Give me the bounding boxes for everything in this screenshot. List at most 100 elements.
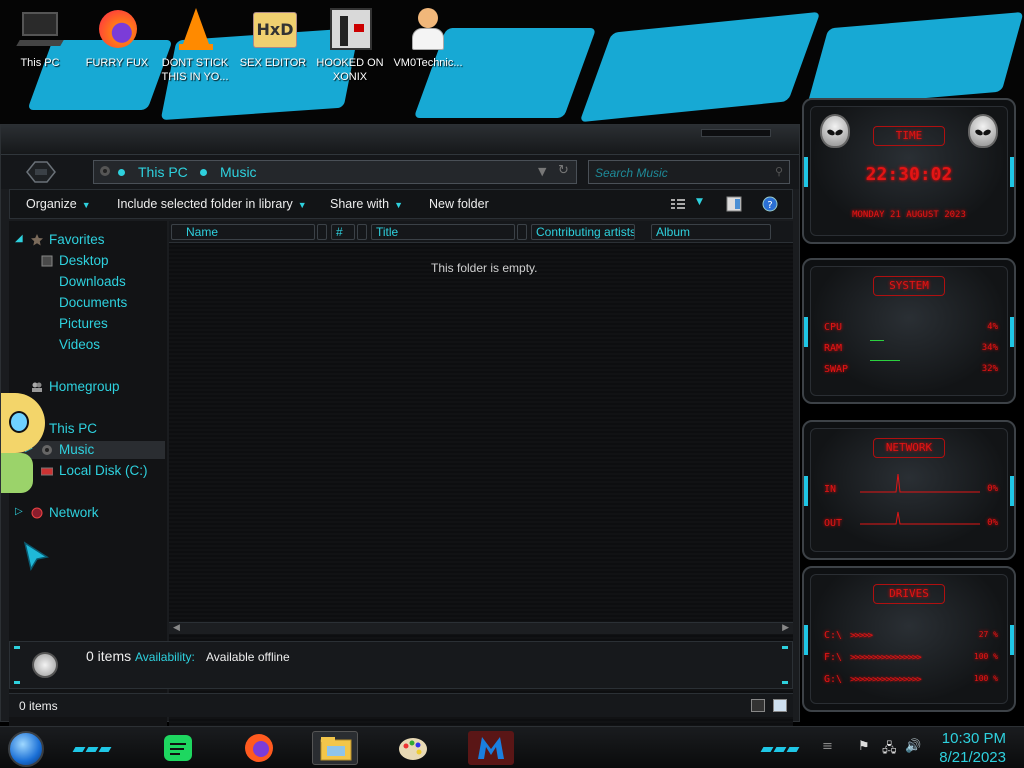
star-icon <box>31 234 43 246</box>
swap-label: SWAP <box>824 364 849 375</box>
taskbar-accent <box>760 741 801 752</box>
system-gadget[interactable]: SYSTEM CPU 4% RAM 34% SWAP 32% <box>802 258 1016 404</box>
details-view-icon[interactable] <box>751 699 765 712</box>
column-divider[interactable] <box>357 224 367 240</box>
firefox-icon <box>95 6 139 52</box>
status-item-count: 0 items <box>19 699 58 713</box>
taskbar-paint[interactable] <box>390 731 436 765</box>
view-options-icon[interactable] <box>670 196 686 215</box>
frame-accent <box>14 681 20 684</box>
column-divider[interactable] <box>517 224 527 240</box>
cpu-value: 4% <box>987 322 998 332</box>
breadcrumb-this-pc[interactable]: This PC <box>138 164 188 180</box>
frame-accent <box>782 681 788 684</box>
share-with-button[interactable]: Share with ▼ <box>330 197 403 211</box>
search-placeholder: Search Music <box>595 166 668 180</box>
gadget-date: MONDAY 21 AUGUST 2023 <box>852 210 966 220</box>
music-folder-icon <box>98 164 112 178</box>
taskbar-malwarebytes[interactable] <box>468 731 514 765</box>
volume-icon[interactable]: 🔊 <box>905 739 921 754</box>
computer-icon <box>16 6 64 52</box>
time-gadget[interactable]: TIME 22:30:02 MONDAY 21 AUGUST 2023 <box>802 98 1016 244</box>
empty-folder-message: This folder is empty. <box>431 261 538 275</box>
desktop-icon-dont-stick[interactable]: DONT STICK THIS IN YO... <box>157 6 233 84</box>
hxd-hex-editor-icon: HxD <box>251 6 297 52</box>
show-hidden-icons[interactable]: ≡ <box>822 739 833 754</box>
refresh-icon[interactable]: ↻ <box>558 163 569 178</box>
nav-pictures[interactable]: Pictures <box>9 315 165 333</box>
ram-graph <box>870 360 900 361</box>
network-gadget[interactable]: NETWORK IN 0% OUT 0% <box>802 420 1016 560</box>
breadcrumb-separator-icon[interactable] <box>200 169 207 176</box>
search-input[interactable]: Search Music ⚲ <box>588 160 790 184</box>
breadcrumb-separator-icon[interactable] <box>118 169 125 176</box>
help-icon[interactable]: ? <box>762 196 778 215</box>
time-gadget-title: TIME <box>873 126 945 146</box>
chevron-down-icon[interactable]: ▼ <box>696 197 703 207</box>
desktop-icon-furry-fux[interactable]: FURRY FUX <box>79 6 155 70</box>
network-tray-icon[interactable]: 🖧 <box>882 739 897 761</box>
nav-downloads[interactable]: Downloads <box>9 273 165 291</box>
scroll-left-icon[interactable]: ◀ <box>173 623 180 633</box>
start-orb-button[interactable] <box>8 731 44 767</box>
file-explorer-icon <box>320 737 352 761</box>
column-album[interactable]: Album <box>651 224 771 240</box>
taskbar-file-explorer[interactable] <box>312 731 358 765</box>
drive-c-value: 27 % <box>978 630 998 639</box>
availability-value: Available offline <box>206 650 290 664</box>
drive-f-value: 100 % <box>973 652 998 661</box>
chevron-down-icon[interactable]: ▼ <box>538 165 546 178</box>
breadcrumb-music[interactable]: Music <box>220 164 257 180</box>
include-in-library-button[interactable]: Include selected folder in library ▼ <box>117 197 307 211</box>
taskbar-firefox[interactable] <box>236 731 282 765</box>
nav-documents[interactable]: Documents <box>9 294 165 312</box>
action-center-flag-icon[interactable]: ⚑ <box>858 739 870 754</box>
swap-value: 32% <box>981 364 998 374</box>
preview-pane-icon[interactable] <box>726 196 742 215</box>
desktop-icon-hooked-on-xonix[interactable]: HOOKED ON XONIX <box>312 6 388 84</box>
window-title-bar[interactable] <box>1 125 799 155</box>
column-name[interactable]: Name <box>171 224 315 240</box>
taskbar-accent <box>72 741 113 752</box>
expand-arrow-icon[interactable]: ◢ <box>15 233 23 244</box>
scroll-right-icon[interactable]: ▶ <box>782 623 789 633</box>
system-gadget-title: SYSTEM <box>873 276 945 296</box>
item-count: 0 items <box>86 648 132 664</box>
back-forward-orb-icon[interactable] <box>23 159 59 185</box>
desktop-icon-vm0technic[interactable]: VM0Technic... <box>390 6 466 70</box>
column-divider[interactable] <box>317 224 327 240</box>
new-folder-button[interactable]: New folder <box>429 197 489 211</box>
command-bar: Organize ▼ Include selected folder in lib… <box>9 189 793 219</box>
clock-date: 8/21/2023 <box>939 749 1006 766</box>
cpu-label: CPU <box>824 322 843 333</box>
organize-button[interactable]: Organize ▼ <box>26 197 91 211</box>
gadget-clock: 22:30:02 <box>865 164 953 185</box>
drive-g-value: 100 % <box>973 674 998 683</box>
nav-favorites[interactable]: ◢ Favorites <box>9 231 165 249</box>
column-track-number[interactable]: # <box>331 224 355 240</box>
network-out-value: 0% <box>987 518 998 528</box>
address-row: This PC Music ▼ ↻ Search Music ⚲ <box>1 155 799 189</box>
address-bar[interactable]: This PC Music ▼ ↻ <box>93 160 577 184</box>
malwarebytes-icon <box>478 737 504 759</box>
nav-videos[interactable]: Videos <box>9 336 165 354</box>
availability-label: Availability: <box>135 650 195 664</box>
taskbar-spotify[interactable] <box>156 731 202 765</box>
nav-desktop[interactable]: Desktop <box>9 252 165 270</box>
mouse-cursor-icon <box>23 541 49 571</box>
column-title[interactable]: Title <box>371 224 515 240</box>
doctor-avatar-icon <box>406 6 450 52</box>
column-contributing-artists[interactable]: Contributing artists <box>531 224 635 240</box>
frame-accent <box>782 646 788 649</box>
network-in-value: 0% <box>987 484 998 494</box>
paint-palette-icon <box>399 738 427 760</box>
horizontal-scrollbar[interactable]: ◀ ▶ <box>169 622 793 634</box>
svg-text:?: ? <box>767 200 772 211</box>
drives-gadget[interactable]: DRIVES C:\ >>>>> 27 % F:\ >>>>>>>>>>>>>>… <box>802 566 1016 712</box>
taskbar-clock[interactable]: 10:30 PM 8/21/2023 <box>939 729 1006 767</box>
vlc-cone-icon <box>173 6 217 52</box>
large-icons-view-icon[interactable] <box>773 699 787 712</box>
desktop-icon-this-pc[interactable]: This PC <box>2 6 78 70</box>
desktop-icon-sex-editor[interactable]: HxD SEX EDITOR <box>235 6 311 70</box>
cpu-graph <box>870 340 884 341</box>
